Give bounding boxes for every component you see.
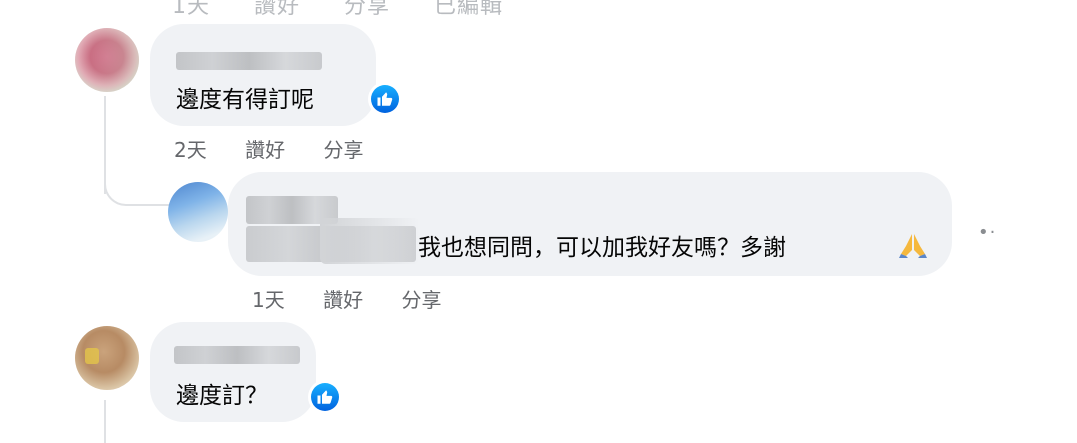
blurred-region (320, 218, 420, 264)
like-icon (371, 85, 399, 113)
avatar[interactable] (75, 326, 139, 390)
share-link[interactable]: 分享 (401, 284, 441, 313)
comment-text: 邊度訂？ (176, 383, 268, 409)
like-icon (311, 383, 339, 411)
thread-line-bottom (104, 400, 106, 443)
reaction-badge[interactable] (308, 380, 342, 414)
share-link[interactable]: 分享 (323, 134, 363, 163)
previous-edited-label: 已編輯 (434, 0, 504, 19)
previous-share-link[interactable]: 分享 (344, 0, 390, 19)
comment-text: 邊度有得訂呢 (176, 87, 314, 113)
avatar[interactable] (75, 28, 139, 92)
comment-timestamp[interactable]: 1天 (252, 284, 285, 313)
like-link[interactable]: 讚好 (323, 284, 363, 313)
avatar-badge (85, 348, 99, 364)
comment-actions: 2天 讚好 分享 (174, 134, 395, 163)
commenter-name-blurred[interactable] (174, 346, 300, 364)
previous-comment-actions: 1天 讚好 分享 已編輯 (172, 0, 539, 20)
reaction-badge[interactable] (368, 82, 402, 116)
folded-hands-emoji-icon (899, 234, 927, 258)
previous-timestamp: 1天 (172, 0, 210, 19)
comment-actions: 1天 讚好 分享 (252, 284, 473, 313)
comment-text: 我也想同問，可以加我好友嗎？多謝 (418, 235, 786, 261)
more-options-icon[interactable]: •· (978, 222, 996, 243)
previous-like-link[interactable]: 讚好 (254, 0, 300, 19)
reply-connector (104, 160, 170, 206)
comment-timestamp[interactable]: 2天 (174, 134, 207, 163)
commenter-name-blurred[interactable] (176, 52, 322, 70)
avatar[interactable] (168, 182, 228, 242)
like-link[interactable]: 讚好 (245, 134, 285, 163)
comment-thread: 1天 讚好 分享 已編輯 邊度有得訂呢 2天 讚好 分享 我也想同問，可以加我好… (0, 0, 1077, 443)
